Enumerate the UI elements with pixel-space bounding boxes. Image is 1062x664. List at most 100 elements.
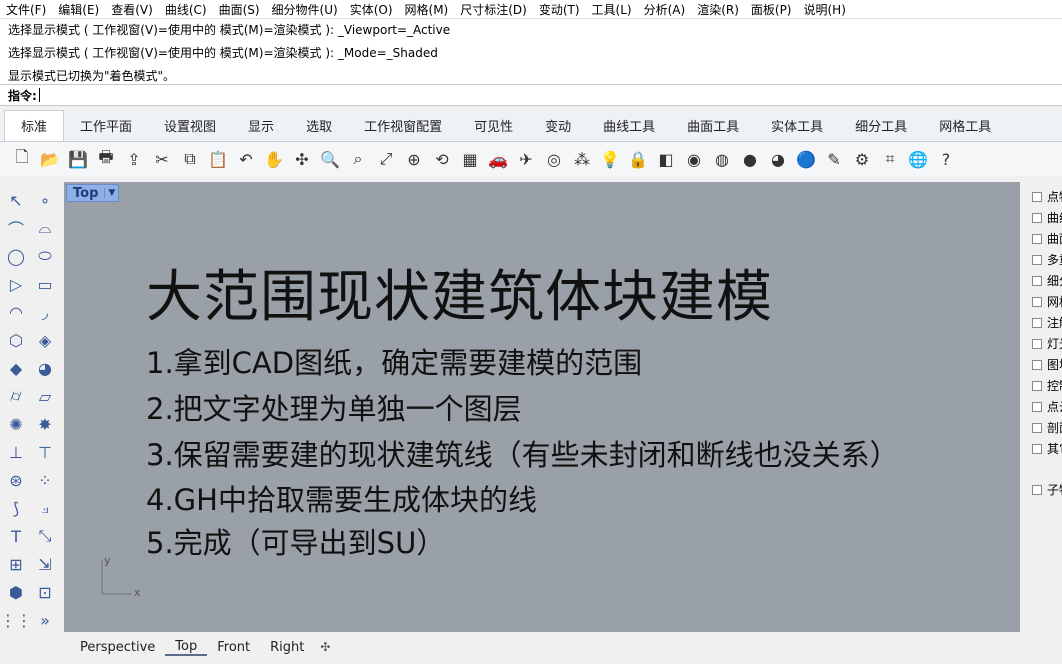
boolean-icon[interactable]: ⊛ [3, 467, 29, 493]
filter-item[interactable]: 多重曲面 [1028, 249, 1062, 270]
zoom-extents-icon[interactable]: ⤢ [374, 147, 398, 171]
fillet-curve-icon[interactable]: ◞ [32, 299, 58, 325]
split-icon[interactable]: ⊤ [32, 439, 58, 465]
filter-item[interactable]: 细分物件 [1028, 270, 1062, 291]
copy-icon[interactable]: ⧉ [178, 147, 202, 171]
plane-surface-icon[interactable]: ▱ [32, 383, 58, 409]
color-wheel-icon[interactable]: ◉ [682, 147, 706, 171]
scale-icon[interactable]: ⤡ [32, 523, 58, 549]
polygon-icon[interactable]: ▷ [3, 271, 29, 297]
undo-icon[interactable]: ↶ [234, 147, 258, 171]
command-input[interactable] [38, 88, 939, 102]
grid-dots-icon[interactable]: ⋮⋮ [0, 607, 32, 633]
point-icon[interactable]: ∘ [32, 187, 58, 213]
rectangle-icon[interactable]: ▭ [32, 271, 58, 297]
toolbar-tab[interactable]: 工作平面 [64, 116, 148, 141]
sphere-solid-icon[interactable]: ◕ [32, 355, 58, 381]
zoom-window-icon[interactable]: ⌕ [346, 147, 370, 171]
filter-item[interactable]: 曲线 [1028, 207, 1062, 228]
menu-item[interactable]: 编辑(E) [58, 1, 99, 18]
ellipse-icon[interactable]: ⬭ [32, 243, 58, 269]
offset-icon[interactable]: ⟆ [3, 495, 29, 521]
import-icon[interactable]: ⇪ [122, 147, 146, 171]
filter-checkbox[interactable] [1032, 443, 1042, 454]
toolbar-tab[interactable]: 曲面工具 [671, 116, 755, 141]
menu-item[interactable]: 曲面(S) [219, 1, 260, 18]
new-file-icon[interactable]: 🗋 [10, 147, 34, 171]
array-icon[interactable]: ⊞ [3, 551, 29, 577]
loft-icon[interactable]: ◈ [32, 327, 58, 353]
menu-item[interactable]: 实体(O) [350, 1, 393, 18]
points-icon[interactable]: ⁂ [570, 147, 594, 171]
pan-hand-icon[interactable]: ✋ [262, 147, 286, 171]
car-icon[interactable]: 🚗 [486, 147, 510, 171]
filter-item[interactable]: 图块 [1028, 354, 1062, 375]
view-tab[interactable]: Right [260, 640, 314, 655]
toolbar-tab[interactable]: 实体工具 [755, 116, 839, 141]
lightbulb-icon[interactable]: 💡 [598, 147, 622, 171]
save-icon[interactable]: 💾 [66, 147, 90, 171]
filter-checkbox[interactable] [1032, 212, 1042, 223]
filter-item[interactable]: 点云 [1028, 396, 1062, 417]
trim-icon[interactable]: ⟓ [32, 495, 58, 521]
settings-gear-icon[interactable]: ⚙ [850, 147, 874, 171]
view-tab[interactable]: Top [165, 639, 208, 656]
extend-icon[interactable]: ⊥ [3, 439, 29, 465]
filter-item[interactable]: 子物件 [1028, 479, 1062, 500]
sphere-wire-icon[interactable]: ◍ [710, 147, 734, 171]
toolbar-tab[interactable]: 标准 [4, 110, 65, 141]
filter-item[interactable]: 点物件 [1028, 186, 1062, 207]
menu-item[interactable]: 说明(H) [804, 1, 846, 18]
viewport-name[interactable]: Top [67, 186, 104, 201]
menu-item[interactable]: 文件(F) [6, 1, 46, 18]
filter-checkbox[interactable] [1032, 359, 1042, 370]
filter-checkbox[interactable] [1032, 275, 1042, 286]
filter-item[interactable]: 注解 [1028, 312, 1062, 333]
curve-icon[interactable]: ⌓ [32, 215, 58, 241]
zoom-selected-icon[interactable]: ⊕ [402, 147, 426, 171]
lock-icon[interactable]: 🔒 [626, 147, 650, 171]
menu-item[interactable]: 细分物件(U) [272, 1, 338, 18]
polyline-icon[interactable]: ⌒ [3, 215, 29, 241]
surface-icon[interactable]: ⬡ [3, 327, 29, 353]
filter-item[interactable]: 曲面 [1028, 228, 1062, 249]
layers-icon[interactable]: ◧ [654, 147, 678, 171]
menu-item[interactable]: 工具(L) [592, 1, 632, 18]
filter-item[interactable]: 其它 [1028, 438, 1062, 459]
cut-icon[interactable]: ✂ [150, 147, 174, 171]
print-icon[interactable]: 🖶 [94, 147, 118, 171]
explode-icon[interactable]: ✸ [32, 411, 58, 437]
filter-checkbox[interactable] [1032, 422, 1042, 433]
filter-item[interactable]: 剖面 [1028, 417, 1062, 438]
filter-checkbox[interactable] [1032, 338, 1042, 349]
arc-icon[interactable]: ◠ [3, 299, 29, 325]
filter-checkbox[interactable] [1032, 380, 1042, 391]
view-tab[interactable]: Front [207, 640, 260, 655]
circle-icon[interactable]: ◯ [3, 243, 29, 269]
box-solid-icon[interactable]: ◆ [3, 355, 29, 381]
sphere-render-icon[interactable]: ◕ [766, 147, 790, 171]
toolbar-tab[interactable]: 设置视图 [148, 116, 232, 141]
globe-icon[interactable]: 🌐 [906, 147, 930, 171]
points-cloud-icon[interactable]: ⁘ [32, 467, 58, 493]
menu-item[interactable]: 变动(T) [539, 1, 580, 18]
open-folder-icon[interactable]: 📂 [38, 147, 62, 171]
toolbar-tab[interactable]: 细分工具 [839, 116, 923, 141]
menu-item[interactable]: 分析(A) [644, 1, 686, 18]
menu-item[interactable]: 网格(M) [405, 1, 449, 18]
toolbar-tab[interactable]: 变动 [529, 116, 587, 141]
dimension-icon[interactable]: ⌗ [878, 147, 902, 171]
measure-icon[interactable]: ⊡ [32, 579, 58, 605]
filter-checkbox[interactable] [1032, 401, 1042, 412]
help-icon[interactable]: ? [934, 147, 958, 171]
filter-checkbox[interactable] [1032, 254, 1042, 265]
rotate-view-icon[interactable]: ✣ [290, 147, 314, 171]
chevron-down-icon[interactable]: ▼ [104, 188, 118, 198]
viewport-top[interactable]: Top ▼ 大范围现状建筑体块建模 1.拿到CAD图纸，确定需要建模的范围 2.… [64, 182, 1020, 632]
filter-item[interactable]: 灯光 [1028, 333, 1062, 354]
filter-item[interactable]: 网格 [1028, 291, 1062, 312]
viewport-label[interactable]: Top ▼ [66, 184, 120, 202]
filter-checkbox[interactable] [1032, 233, 1042, 244]
gear-tool-icon[interactable]: ✺ [3, 411, 29, 437]
select-arrow-icon[interactable]: ↖ [3, 187, 29, 213]
